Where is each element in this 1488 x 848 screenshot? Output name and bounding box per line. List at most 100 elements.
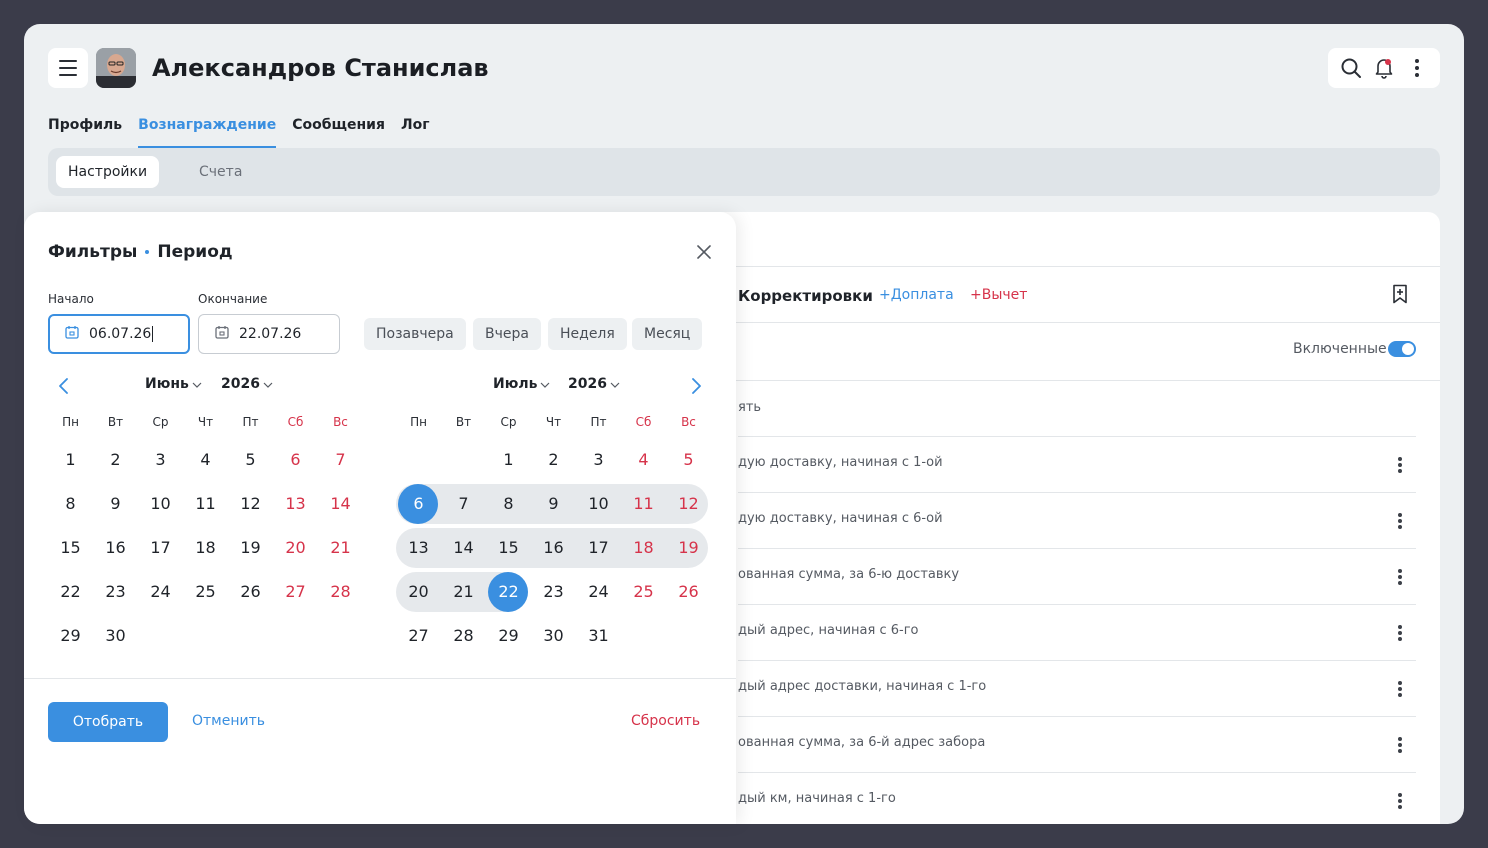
calendar-day[interactable]: 2 xyxy=(93,440,138,480)
list-item[interactable]: дую доставку, начиная с 1-ой xyxy=(738,437,1416,493)
quick-week[interactable]: Неделя xyxy=(548,318,627,350)
list-item[interactable]: дую доставку, начиная с 6-ой xyxy=(738,493,1416,549)
start-date-input[interactable]: 06.07.26 xyxy=(48,314,190,354)
calendar-day[interactable]: 8 xyxy=(486,484,531,524)
apply-button[interactable]: Отобрать xyxy=(48,702,168,742)
calendar-day[interactable]: 24 xyxy=(576,572,621,612)
prev-month-icon[interactable] xyxy=(54,376,74,396)
month-select-right[interactable]: Июль xyxy=(493,376,550,392)
tab-log[interactable]: Лог xyxy=(401,116,430,148)
calendar-day[interactable]: 23 xyxy=(531,572,576,612)
calendar-day[interactable]: 25 xyxy=(621,572,666,612)
calendar-day[interactable]: 13 xyxy=(273,484,318,524)
calendar-day[interactable]: 3 xyxy=(576,440,621,480)
calendar-day[interactable]: 21 xyxy=(318,528,363,568)
calendar-day[interactable]: 15 xyxy=(48,528,93,568)
calendar-day[interactable]: 27 xyxy=(396,616,441,656)
calendar-day[interactable]: 23 xyxy=(93,572,138,612)
more-vertical-icon[interactable] xyxy=(1394,455,1406,475)
calendar-day[interactable]: 11 xyxy=(621,484,666,524)
subtab-invoices[interactable]: Счета xyxy=(187,156,254,188)
quick-day-before-yesterday[interactable]: Позавчера xyxy=(364,318,466,350)
cancel-button[interactable]: Отменить xyxy=(192,713,265,729)
year-select-left[interactable]: 2026 xyxy=(221,376,273,392)
more-vertical-icon[interactable] xyxy=(1403,54,1431,82)
calendar-day[interactable]: 30 xyxy=(93,616,138,656)
calendar-day[interactable]: 18 xyxy=(621,528,666,568)
list-item[interactable]: дый адрес, начиная с 6-го xyxy=(738,605,1416,661)
list-item[interactable]: дый адрес доставки, начиная с 1-го xyxy=(738,661,1416,717)
more-vertical-icon[interactable] xyxy=(1394,735,1406,755)
calendar-day[interactable]: 9 xyxy=(93,484,138,524)
calendar-day[interactable]: 18 xyxy=(183,528,228,568)
tab-profile[interactable]: Профиль xyxy=(48,116,122,148)
more-vertical-icon[interactable] xyxy=(1394,567,1406,587)
calendar-day[interactable]: 10 xyxy=(138,484,183,524)
calendar-day[interactable]: 4 xyxy=(183,440,228,480)
calendar-day[interactable]: 29 xyxy=(486,616,531,656)
add-deduction-button[interactable]: +Вычет xyxy=(970,287,1027,303)
calendar-day[interactable]: 28 xyxy=(441,616,486,656)
calendar-day[interactable]: 1 xyxy=(48,440,93,480)
calendar-day[interactable]: 19 xyxy=(228,528,273,568)
more-vertical-icon[interactable] xyxy=(1394,511,1406,531)
close-icon[interactable] xyxy=(692,240,716,264)
tab-messages[interactable]: Сообщения xyxy=(292,116,385,148)
calendar-day[interactable]: 13 xyxy=(396,528,441,568)
calendar-day[interactable]: 26 xyxy=(228,572,273,612)
calendar-day[interactable]: 8 xyxy=(48,484,93,524)
calendar-day[interactable]: 20 xyxy=(273,528,318,568)
reset-button[interactable]: Сбросить xyxy=(631,713,700,729)
calendar-day[interactable]: 28 xyxy=(318,572,363,612)
more-vertical-icon[interactable] xyxy=(1394,679,1406,699)
calendar-day[interactable]: 16 xyxy=(531,528,576,568)
calendar-day[interactable]: 30 xyxy=(531,616,576,656)
quick-yesterday[interactable]: Вчера xyxy=(473,318,541,350)
calendar-day[interactable]: 20 xyxy=(396,572,441,612)
calendar-day[interactable]: 5 xyxy=(228,440,273,480)
calendar-day[interactable]: 22 xyxy=(48,572,93,612)
calendar-day[interactable]: 16 xyxy=(93,528,138,568)
more-vertical-icon[interactable] xyxy=(1394,791,1406,811)
calendar-day[interactable]: 24 xyxy=(138,572,183,612)
year-select-right[interactable]: 2026 xyxy=(568,376,620,392)
enabled-toggle[interactable] xyxy=(1388,341,1416,357)
calendar-day[interactable]: 12 xyxy=(666,484,711,524)
calendar-day[interactable]: 1 xyxy=(486,440,531,480)
next-month-icon[interactable] xyxy=(686,376,706,396)
bookmark-icon[interactable] xyxy=(1392,284,1408,308)
calendar-day[interactable]: 14 xyxy=(318,484,363,524)
calendar-day[interactable]: 7 xyxy=(441,484,486,524)
calendar-day[interactable]: 15 xyxy=(486,528,531,568)
menu-icon[interactable] xyxy=(48,48,88,88)
calendar-day[interactable]: 5 xyxy=(666,440,711,480)
calendar-day[interactable]: 2 xyxy=(531,440,576,480)
calendar-day[interactable]: 6 xyxy=(273,440,318,480)
avatar[interactable] xyxy=(96,48,136,88)
end-date-input[interactable]: 22.07.26 xyxy=(198,314,340,354)
calendar-day-selected[interactable]: 6 xyxy=(396,484,441,524)
quick-month[interactable]: Месяц xyxy=(632,318,703,350)
calendar-day[interactable]: 4 xyxy=(621,440,666,480)
calendar-day[interactable]: 27 xyxy=(273,572,318,612)
calendar-day[interactable]: 19 xyxy=(666,528,711,568)
list-item[interactable]: дый км, начиная с 1-го xyxy=(738,773,1416,824)
calendar-day[interactable]: 14 xyxy=(441,528,486,568)
list-item[interactable]: ованная сумма, за 6-ю доставку xyxy=(738,549,1416,605)
calendar-day[interactable]: 17 xyxy=(138,528,183,568)
list-item[interactable]: ованная сумма, за 6-й адрес забора xyxy=(738,717,1416,773)
calendar-day[interactable]: 10 xyxy=(576,484,621,524)
calendar-day-selected[interactable]: 22 xyxy=(486,572,531,612)
calendar-day[interactable]: 3 xyxy=(138,440,183,480)
bell-icon[interactable] xyxy=(1370,54,1398,82)
search-icon[interactable] xyxy=(1337,54,1365,82)
tab-reward[interactable]: Вознаграждение xyxy=(138,116,277,148)
calendar-day[interactable]: 9 xyxy=(531,484,576,524)
calendar-day[interactable]: 7 xyxy=(318,440,363,480)
calendar-day[interactable]: 12 xyxy=(228,484,273,524)
calendar-day[interactable]: 21 xyxy=(441,572,486,612)
calendar-day[interactable]: 26 xyxy=(666,572,711,612)
calendar-day[interactable]: 11 xyxy=(183,484,228,524)
calendar-day[interactable]: 17 xyxy=(576,528,621,568)
add-payment-button[interactable]: +Доплата xyxy=(879,287,954,303)
